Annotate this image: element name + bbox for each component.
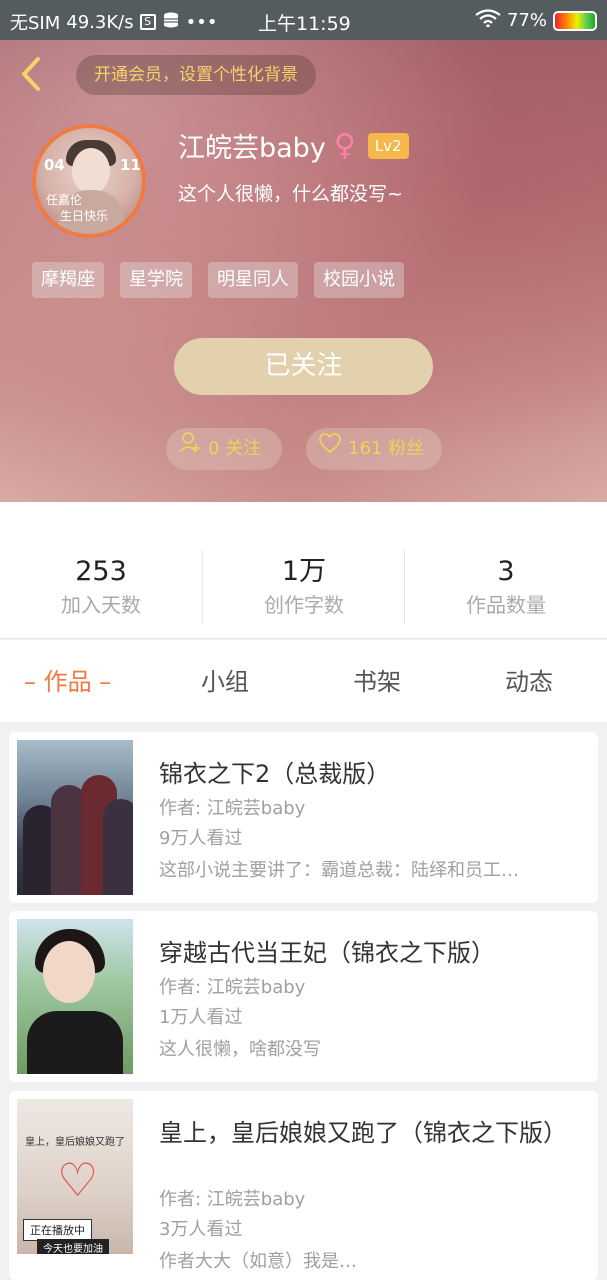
tab-works[interactable]: – 作品 – xyxy=(24,640,111,722)
network-speed: 49.3K/s xyxy=(66,11,134,33)
tab-bookshelf[interactable]: 书架 xyxy=(353,640,401,722)
back-button[interactable] xyxy=(14,54,50,94)
avatar[interactable]: 04 11 任嘉伦 生日快乐 xyxy=(32,124,146,238)
work-author: 作者: 江皖芸baby xyxy=(159,977,306,998)
work-views: 3万人看过 xyxy=(159,1219,243,1240)
battery-icon xyxy=(553,10,597,31)
battery-percent: 77% xyxy=(506,10,547,31)
fans-count: 161 粉丝 xyxy=(348,438,425,459)
tag-list: 摩羯座 星学院 明星同人 校园小说 xyxy=(32,262,404,298)
clock: 上午11:59 xyxy=(258,13,351,35)
tag-item[interactable]: 星学院 xyxy=(120,262,192,298)
profile-tabs: – 作品 – 小组 书架 动态 xyxy=(0,640,607,722)
stat-join-days: 253 加入天数 xyxy=(61,556,141,617)
level-badge: Lv2 xyxy=(367,132,409,159)
username: 江皖芸baby xyxy=(178,133,326,164)
username-row: 江皖芸baby ♀ Lv2 xyxy=(178,126,409,165)
tag-item[interactable]: 校园小说 xyxy=(314,262,404,298)
work-author: 作者: 江皖芸baby xyxy=(159,1189,306,1210)
works-list: 锦衣之下2（总裁版） 作者: 江皖芸baby 9万人看过 这部小说主要讲了：霸道… xyxy=(0,722,607,1280)
work-views: 9万人看过 xyxy=(159,828,243,849)
book-cover: 皇上，皇后娘娘又跑了 ♡ 正在播放中 今天也要加油 xyxy=(17,1099,133,1254)
stat-works-count: 3 作品数量 xyxy=(466,556,546,617)
book-cover xyxy=(17,919,133,1074)
vip-background-banner[interactable]: 开通会员，设置个性化背景 xyxy=(76,55,316,95)
fans-count-button[interactable]: 161 粉丝 xyxy=(306,428,442,470)
avatar-caption: 任嘉伦 生日快乐 xyxy=(46,193,109,223)
tag-item[interactable]: 明星同人 xyxy=(208,262,298,298)
work-title: 锦衣之下2（总裁版） xyxy=(159,760,391,788)
avatar-date-right: 11 xyxy=(120,156,141,174)
user-bio: 这个人很懒，什么都没写~ xyxy=(178,183,403,205)
tab-groups[interactable]: 小组 xyxy=(201,640,249,722)
following-count-button[interactable]: 0 关注 xyxy=(166,428,282,470)
carrier-label: 无SIM xyxy=(10,13,61,34)
tab-activity[interactable]: 动态 xyxy=(505,640,553,722)
profile-header: 无SIM 49.3K/s S ••• 上午11:59 77% 开通会员，设置个性… xyxy=(0,0,607,502)
list-item[interactable]: 锦衣之下2（总裁版） 作者: 江皖芸baby 9万人看过 这部小说主要讲了：霸道… xyxy=(9,732,598,903)
s-box-icon: S xyxy=(139,14,156,30)
stat-word-count: 1万 创作字数 xyxy=(264,556,344,617)
following-count: 0 关注 xyxy=(208,438,262,459)
wifi-icon xyxy=(475,9,501,32)
status-bar: 无SIM 49.3K/s S ••• 上午11:59 77% xyxy=(0,0,607,40)
list-item[interactable]: 穿越古代当王妃（锦衣之下版） 作者: 江皖芸baby 1万人看过 这人很懒，啥都… xyxy=(9,911,598,1082)
book-cover xyxy=(17,740,133,895)
list-item[interactable]: 皇上，皇后娘娘又跑了 ♡ 正在播放中 今天也要加油 皇上，皇后娘娘又跑了（锦衣之… xyxy=(9,1091,598,1280)
profile-stats: 253 加入天数 1万 创作字数 3 作品数量 xyxy=(0,502,607,639)
heart-outline-icon xyxy=(318,428,342,470)
database-icon xyxy=(162,11,180,34)
work-summary: 这部小说主要讲了：霸道总裁：陆绎和员工… xyxy=(159,860,519,881)
add-user-icon xyxy=(178,428,202,470)
work-author: 作者: 江皖芸baby xyxy=(159,798,306,819)
avatar-date-left: 04 xyxy=(44,156,65,174)
tag-item[interactable]: 摩羯座 xyxy=(32,262,104,298)
work-views: 1万人看过 xyxy=(159,1007,243,1028)
work-summary: 这人很懒，啥都没写 xyxy=(159,1039,321,1060)
heart-icon: ♡ xyxy=(57,1153,99,1207)
work-summary: 作者大大（如意）我是… xyxy=(159,1251,357,1272)
followed-button[interactable]: 已关注 xyxy=(174,338,433,395)
more-dots-icon: ••• xyxy=(185,11,218,33)
female-gender-icon: ♀ xyxy=(333,127,356,163)
work-title: 穿越古代当王妃（锦衣之下版） xyxy=(159,939,495,967)
work-title: 皇上，皇后娘娘又跑了（锦衣之下版） xyxy=(159,1119,567,1147)
